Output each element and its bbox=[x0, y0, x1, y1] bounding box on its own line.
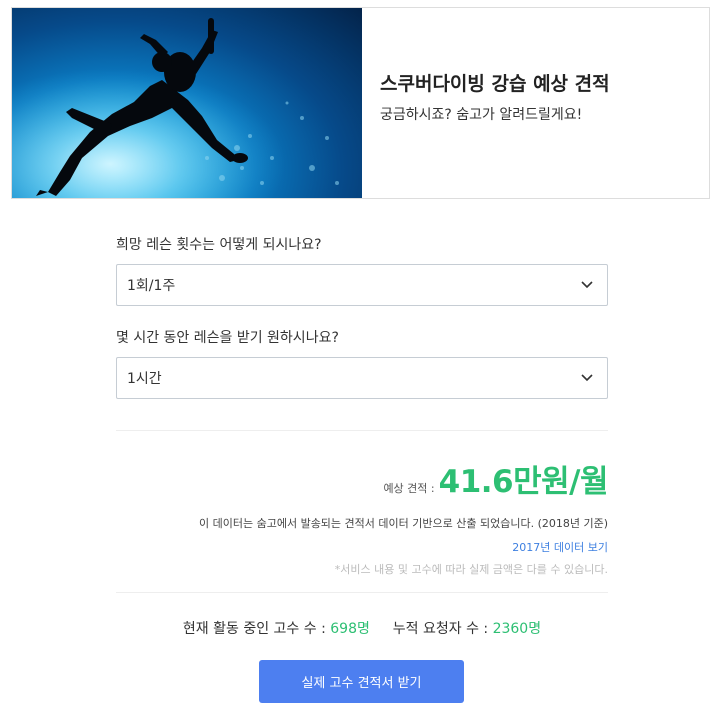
data-source-note: 이 데이터는 숨고에서 발송되는 견적서 데이터 기반으로 산출 되었습니다. … bbox=[199, 517, 608, 530]
price-disclaimer: *서비스 내용 및 고수에 따라 실제 금액은 다를 수 있습니다. bbox=[334, 563, 608, 576]
hero-subtitle: 궁금하시죠? 숨고가 알려드릴게요! bbox=[380, 106, 583, 123]
total-requests-label: 누적 요청자 수 : bbox=[392, 621, 489, 637]
total-requests-count: 2360명 bbox=[492, 621, 542, 637]
scuba-diver-silhouette-icon bbox=[12, 8, 362, 198]
lesson-frequency-value: 1회/1주 bbox=[127, 278, 176, 294]
chevron-down-icon bbox=[581, 281, 593, 289]
lesson-frequency-label: 희망 레슨 횟수는 어떻게 되시나요? bbox=[116, 237, 322, 253]
chevron-down-icon bbox=[581, 374, 593, 382]
hero-photo bbox=[12, 8, 362, 198]
active-experts-count: 698명 bbox=[330, 621, 370, 637]
stats-row: 현재 활동 중인 고수 수 : 698명 누적 요청자 수 : 2360명 bbox=[116, 618, 608, 638]
divider bbox=[116, 592, 608, 593]
estimate-label: 예상 견적 : bbox=[383, 482, 435, 495]
lesson-frequency-select[interactable]: 1회/1주 bbox=[116, 264, 608, 306]
estimate-value: 41.6만원/월 bbox=[438, 464, 609, 500]
active-experts-label: 현재 활동 중인 고수 수 : bbox=[182, 621, 326, 637]
lesson-duration-value: 1시간 bbox=[127, 371, 162, 387]
get-quote-button[interactable]: 실제 고수 견적서 받기 bbox=[259, 660, 464, 703]
lesson-duration-select[interactable]: 1시간 bbox=[116, 357, 608, 399]
estimate-row: 예상 견적 : 41.6만원/월 bbox=[116, 456, 608, 501]
lesson-duration-label: 몇 시간 동안 레슨을 받기 원하시나요? bbox=[116, 330, 339, 346]
hero-text: 스쿠버다이빙 강습 예상 견적 궁금하시죠? 숨고가 알려드릴게요! bbox=[362, 8, 709, 198]
estimate-form: 희망 레슨 횟수는 어떻게 되시나요? 1회/1주 몇 시간 동안 레슨을 받기… bbox=[116, 234, 608, 399]
estimate-section: 예상 견적 : 41.6만원/월 이 데이터는 숨고에서 발송되는 견적서 데이… bbox=[116, 456, 609, 577]
divider bbox=[116, 430, 608, 431]
hero-title: 스쿠버다이빙 강습 예상 견적 bbox=[380, 72, 610, 95]
view-2017-data-link[interactable]: 2017년 데이터 보기 bbox=[116, 539, 608, 555]
hero-banner: 스쿠버다이빙 강습 예상 견적 궁금하시죠? 숨고가 알려드릴게요! bbox=[11, 7, 710, 199]
